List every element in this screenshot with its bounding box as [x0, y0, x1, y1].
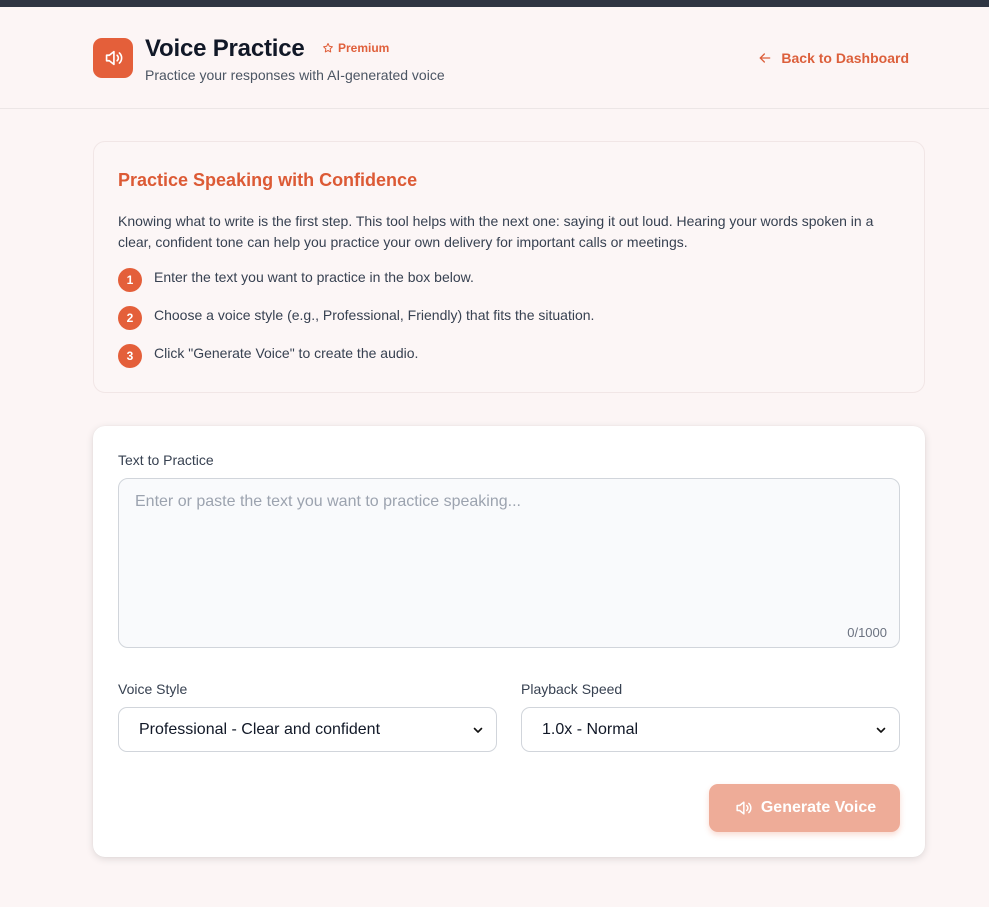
step-text: Choose a voice style (e.g., Professional…	[154, 307, 595, 323]
step-text: Click "Generate Voice" to create the aud…	[154, 345, 419, 361]
step-item: 2 Choose a voice style (e.g., Profession…	[118, 306, 594, 330]
page-subtitle: Practice your responses with AI-generate…	[145, 67, 445, 83]
star-icon	[323, 43, 333, 53]
instructions-panel: Practice Speaking with Confidence Knowin…	[93, 141, 925, 393]
back-to-dashboard-link[interactable]: Back to Dashboard	[757, 50, 909, 66]
arrow-left-icon	[760, 53, 771, 63]
chevron-down-icon	[876, 727, 886, 733]
step-number: 3	[118, 344, 142, 368]
step-number: 1	[118, 268, 142, 292]
speaker-icon	[736, 801, 752, 815]
back-link-label: Back to Dashboard	[781, 50, 909, 66]
premium-badge: Premium	[322, 41, 389, 55]
premium-badge-label: Premium	[338, 41, 390, 55]
playback-speed-value: 1.0x - Normal	[542, 720, 639, 738]
text-to-practice-label: Text to Practice	[118, 452, 214, 468]
voice-style-select[interactable]: Professional - Clear and confident	[118, 707, 497, 752]
practice-text-input[interactable]	[118, 478, 900, 648]
instructions-description: Knowing what to write is the first step.…	[118, 213, 874, 250]
generate-voice-label: Generate Voice	[760, 799, 877, 816]
character-counter: 0/1000	[847, 625, 887, 640]
step-item: 1 Enter the text you want to practice in…	[118, 268, 474, 292]
chevron-down-icon	[473, 727, 483, 733]
practice-form-card: Text to Practice 0/1000 Voice Style Prof…	[93, 426, 925, 857]
generate-voice-button[interactable]: Generate Voice	[709, 784, 900, 832]
instructions-heading: Practice Speaking with Confidence	[118, 170, 418, 190]
voice-style-value: Professional - Clear and confident	[139, 720, 381, 738]
page-title: Voice Practice	[145, 35, 305, 62]
speaker-icon	[93, 38, 133, 78]
voice-style-label: Voice Style	[118, 681, 188, 697]
step-number: 2	[118, 306, 142, 330]
page-header: Voice Practice Premium Practice your res…	[0, 7, 989, 109]
playback-speed-select[interactable]: 1.0x - Normal	[521, 707, 900, 752]
step-item: 3 Click "Generate Voice" to create the a…	[118, 344, 418, 368]
playback-speed-label: Playback Speed	[521, 681, 623, 697]
step-text: Enter the text you want to practice in t…	[154, 269, 474, 285]
top-bar	[0, 0, 989, 7]
